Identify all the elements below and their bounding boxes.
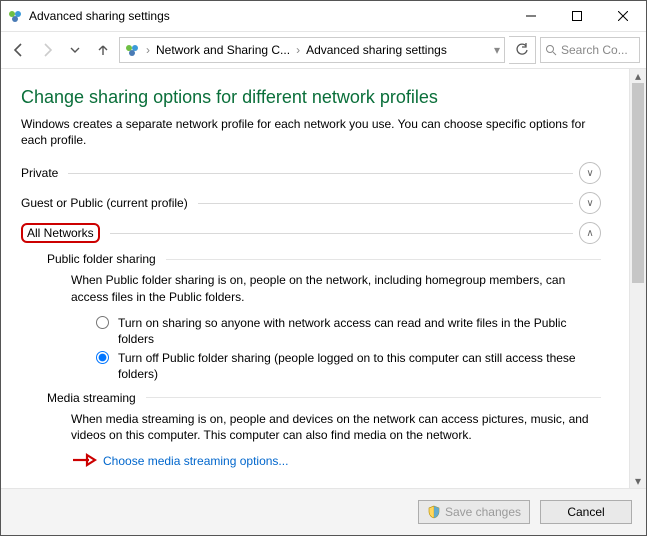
media-streaming-description: When media streaming is on, people and d… — [71, 411, 601, 443]
annotation-arrow-icon — [71, 453, 97, 470]
minimize-button[interactable] — [508, 1, 554, 31]
subsection-label: Public folder sharing — [47, 252, 156, 266]
chevron-up-icon[interactable]: ∧ — [579, 222, 601, 244]
nav-up-button[interactable] — [91, 38, 115, 62]
scroll-up-icon[interactable]: ▴ — [630, 69, 646, 83]
section-guest-public[interactable]: Guest or Public (current profile) ∨ — [21, 192, 601, 214]
annotation-highlight: All Networks — [21, 223, 100, 243]
chevron-down-icon[interactable]: ∨ — [579, 192, 601, 214]
control-panel-icon — [7, 8, 23, 24]
close-button[interactable] — [600, 1, 646, 31]
nav-forward-button[interactable] — [35, 38, 59, 62]
address-bar[interactable]: › Network and Sharing C... › Advanced sh… — [119, 37, 505, 63]
public-folder-description: When Public folder sharing is on, people… — [71, 272, 601, 304]
subsection-label: Media streaming — [47, 391, 136, 405]
search-icon — [545, 44, 557, 56]
page-description: Windows creates a separate network profi… — [21, 116, 601, 148]
button-label: Cancel — [567, 505, 604, 519]
shield-icon — [427, 505, 441, 519]
radio-turn-on-public-sharing[interactable]: Turn on sharing so anyone with network a… — [91, 315, 601, 347]
radio-turn-off-public-sharing[interactable]: Turn off Public folder sharing (people l… — [91, 350, 601, 382]
control-panel-icon — [124, 42, 140, 58]
subsection-public-folder-sharing: Public folder sharing — [47, 252, 601, 266]
search-placeholder: Search Co... — [561, 43, 628, 57]
breadcrumb[interactable]: Network and Sharing C... — [156, 43, 290, 57]
radio-label: Turn on sharing so anyone with network a… — [118, 315, 601, 347]
nav-recent-button[interactable] — [63, 38, 87, 62]
radio-input[interactable] — [96, 351, 109, 364]
search-input[interactable]: Search Co... — [540, 37, 640, 63]
chevron-down-icon[interactable]: ▾ — [494, 43, 500, 57]
scroll-thumb[interactable] — [632, 83, 644, 283]
section-label: Private — [21, 166, 58, 180]
section-all-networks[interactable]: All Networks ∧ — [21, 222, 601, 244]
page-title: Change sharing options for different net… — [21, 87, 601, 108]
scroll-down-icon[interactable]: ▾ — [630, 474, 646, 488]
radio-input[interactable] — [96, 316, 109, 329]
subsection-media-streaming: Media streaming — [47, 391, 601, 405]
cancel-button[interactable]: Cancel — [540, 500, 632, 524]
maximize-button[interactable] — [554, 1, 600, 31]
chevron-down-icon[interactable]: ∨ — [579, 162, 601, 184]
section-label: All Networks — [27, 226, 94, 240]
section-private[interactable]: Private ∨ — [21, 162, 601, 184]
nav-back-button[interactable] — [7, 38, 31, 62]
breadcrumb-sep-icon: › — [296, 43, 300, 57]
save-changes-button[interactable]: Save changes — [418, 500, 530, 524]
breadcrumb-sep-icon: › — [146, 43, 150, 57]
window-title: Advanced sharing settings — [29, 9, 508, 23]
vertical-scrollbar[interactable]: ▴ ▾ — [629, 69, 646, 488]
breadcrumb[interactable]: Advanced sharing settings — [306, 43, 447, 57]
media-streaming-options-link[interactable]: Choose media streaming options... — [103, 454, 288, 468]
button-label: Save changes — [445, 505, 521, 519]
radio-label: Turn off Public folder sharing (people l… — [118, 350, 601, 382]
refresh-button[interactable] — [509, 36, 536, 64]
section-label: Guest or Public (current profile) — [21, 196, 188, 210]
